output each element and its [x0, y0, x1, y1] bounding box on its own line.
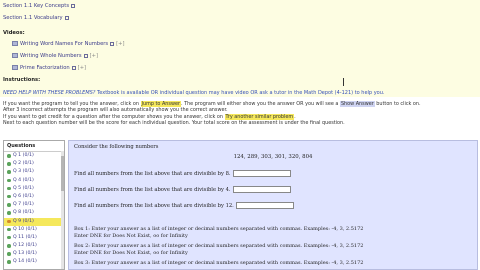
box-1-instructions: Box 1: Enter your answer as a list of in…	[74, 226, 364, 239]
status-dot-icon	[7, 170, 11, 174]
status-dot-icon	[7, 235, 11, 240]
video-icon	[12, 65, 18, 70]
videos-label: Videos:	[3, 30, 25, 36]
problem-prompt: Consider the following numbers	[74, 144, 159, 150]
status-dot-icon	[7, 252, 11, 256]
question-item[interactable]: Q 14 (0/1)	[4, 258, 64, 266]
section-link-vocabulary[interactable]: Section 1.1 Vocabulary	[3, 15, 69, 21]
status-dot-icon	[7, 219, 11, 223]
external-link-icon	[64, 15, 69, 20]
box-3-instructions: Box 3: Enter your answer as a list of in…	[74, 260, 364, 266]
instructions-text: If you want the program to tell you the …	[3, 101, 477, 127]
external-link-icon	[71, 65, 76, 70]
instr-line-4: Next to each question number will be the…	[3, 120, 345, 127]
instructions-label: Instructions:	[3, 77, 41, 83]
jump-to-answer-text: Jump to Answer	[140, 101, 181, 107]
status-dot-icon	[7, 260, 11, 264]
status-dot-icon	[7, 178, 11, 183]
help-text: Textbook is available OR individual ques…	[95, 90, 385, 96]
answer-input-2[interactable]	[232, 186, 291, 193]
external-link-icon	[110, 41, 115, 46]
question-item[interactable]: Q 12 (0/1)	[4, 242, 64, 250]
status-dot-icon	[7, 154, 11, 158]
try-another-text: Try another similar problem	[224, 113, 295, 120]
status-dot-icon	[7, 244, 11, 248]
questions-header: Questions	[4, 141, 64, 152]
status-dot-icon	[7, 203, 11, 207]
question-item[interactable]: Q 4 (0/1)	[4, 177, 64, 185]
question-item[interactable]: Q 2 (0/1)	[4, 160, 64, 168]
find-divisible-by-8: Find all numbers from the list above tha…	[74, 170, 291, 177]
scrollbar-thumb[interactable]	[61, 156, 64, 191]
video-icon	[12, 41, 18, 46]
question-item[interactable]: Q 9 (0/1)	[4, 217, 64, 226]
find-divisible-by-12: Find all numbers from the list above tha…	[74, 202, 294, 209]
question-item[interactable]: Q 7 (0/1)	[4, 201, 64, 209]
box-2-instructions: Box 2: Enter your answer as a list of in…	[74, 243, 364, 256]
questions-list: Questions Q 1 (0/1) Q 2 (0/1) Q 3 (0/1) Q 4…	[3, 140, 65, 270]
question-item[interactable]: Q 1 (0/1)	[4, 152, 64, 160]
questions-items: Q 1 (0/1) Q 2 (0/1) Q 3 (0/1) Q 4 (0/1) Q 5 …	[4, 152, 64, 269]
answer-input-3[interactable]	[235, 202, 294, 209]
status-dot-icon	[7, 162, 11, 166]
status-dot-icon	[7, 211, 11, 215]
video-link-prime-factorization[interactable]: Prime Factorization [+]	[12, 65, 86, 71]
problem-panel: Consider the following numbers 124, 289,…	[68, 140, 478, 270]
video-icon	[12, 53, 18, 58]
questions-scrollbar[interactable]	[61, 151, 64, 269]
number-list: 124, 289, 303, 301, 320, 804	[233, 154, 313, 160]
status-dot-icon	[7, 194, 11, 199]
question-item[interactable]: Q 13 (0/1)	[4, 250, 64, 258]
question-item[interactable]: Q 5 (0/1)	[4, 185, 64, 193]
show-answer-text: Show Answer	[339, 101, 375, 107]
question-item[interactable]: Q 8 (0/1)	[4, 209, 64, 217]
status-dot-icon	[7, 227, 11, 232]
help-prefix: NEED HELP WITH THESE PROBLEMS?	[3, 90, 96, 96]
question-item[interactable]: Q 6 (0/1)	[4, 193, 64, 201]
text-cursor-icon	[343, 78, 346, 86]
section-link-key-concepts[interactable]: Section 1.1 Key Concepts	[3, 3, 76, 9]
question-item[interactable]: Q 11 (0/1)	[4, 234, 64, 242]
answer-input-1[interactable]	[232, 170, 291, 177]
video-link-word-names[interactable]: Writing Word Names For Numbers [+]	[12, 41, 125, 47]
external-link-icon	[83, 53, 88, 58]
external-link-icon	[71, 3, 76, 8]
question-item[interactable]: Q 3 (0/1)	[4, 168, 64, 176]
question-item[interactable]: Q 10 (0/1)	[4, 226, 64, 234]
find-divisible-by-4: Find all numbers from the list above tha…	[74, 186, 291, 193]
top-info-panel	[0, 0, 480, 97]
help-line: NEED HELP WITH THESE PROBLEMS? Textbook …	[3, 90, 384, 96]
video-link-whole-numbers[interactable]: Writing Whole Numbers [+]	[12, 53, 98, 59]
status-dot-icon	[7, 186, 11, 191]
